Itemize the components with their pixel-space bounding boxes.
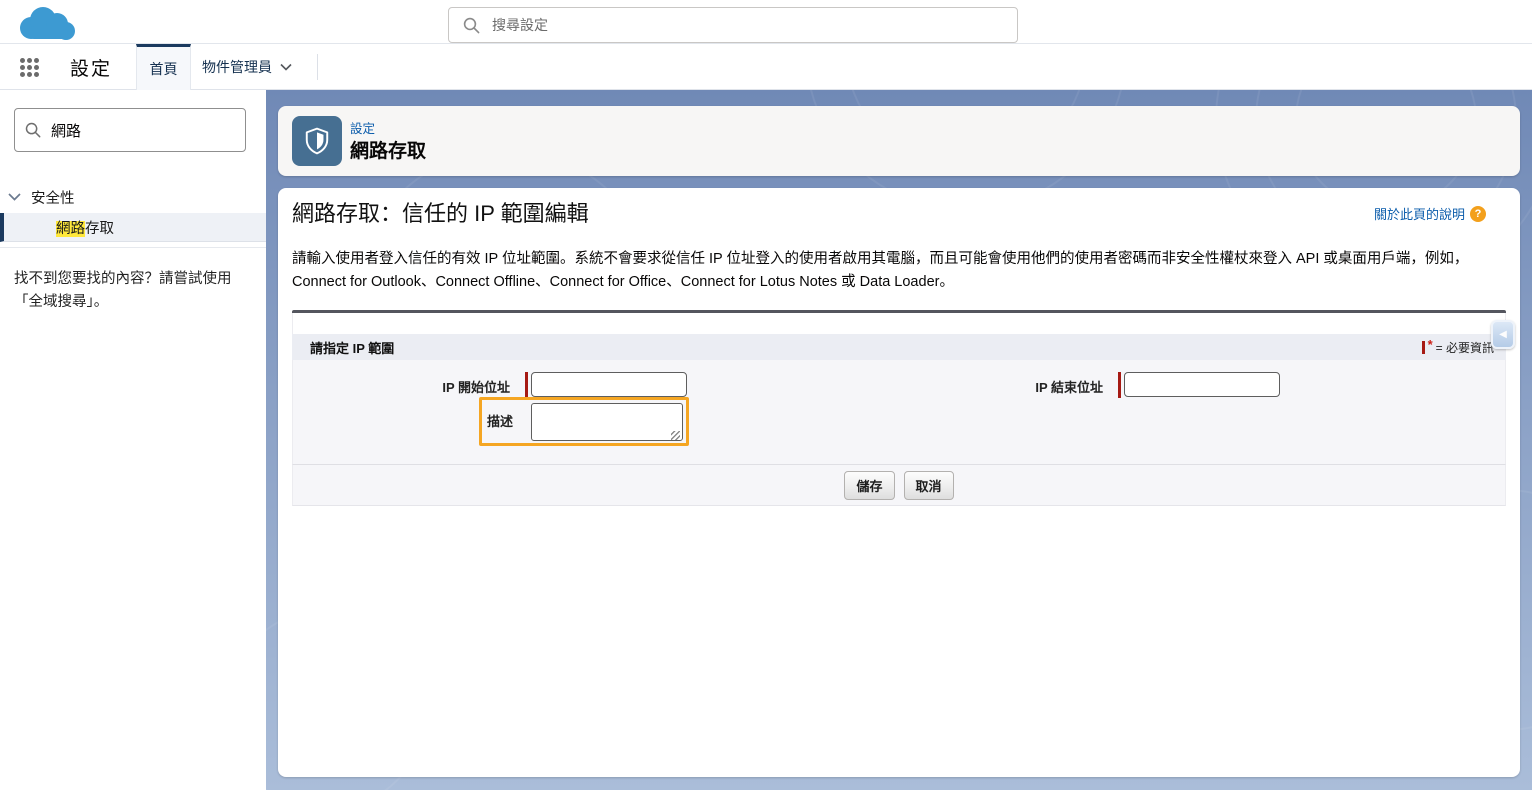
required-bar-icon bbox=[1422, 341, 1425, 354]
search-match-highlight: 網路 bbox=[56, 221, 85, 237]
collapse-panel-arrow[interactable]: ◀ bbox=[1491, 320, 1515, 349]
sidebar-group-security[interactable]: 安全性 bbox=[0, 184, 266, 210]
tab-home[interactable]: 首頁 bbox=[136, 44, 191, 90]
sidebar-divider bbox=[0, 247, 266, 248]
main-content-region: 設定 網路存取 網路存取：信任的 IP 範圍編輯 關於此頁的說明 ? 請輸入使用… bbox=[266, 90, 1532, 790]
salesforce-cloud-logo bbox=[14, 4, 80, 44]
ip-end-input[interactable] bbox=[1124, 372, 1280, 397]
page-description: 請輸入使用者登入信任的有效 IP 位址範圍。系統不會要求從信任 IP 位址登入的… bbox=[292, 248, 1496, 294]
description-label: 描述 bbox=[484, 411, 513, 430]
help-for-this-page: 關於此頁的說明 ? bbox=[1374, 204, 1486, 223]
description-textarea[interactable] bbox=[531, 403, 683, 441]
ip-end-label: IP 結束位址 bbox=[893, 377, 1103, 396]
sidebar-quick-find-input[interactable] bbox=[51, 122, 231, 139]
form-spacer bbox=[292, 313, 1506, 334]
tab-object-manager-label: 物件管理員 bbox=[202, 57, 272, 77]
main-card: 網路存取：信任的 IP 範圍編輯 關於此頁的說明 ? 請輸入使用者登入信任的有效… bbox=[278, 188, 1520, 777]
search-icon bbox=[25, 122, 41, 138]
ip-start-label: IP 開始位址 bbox=[307, 377, 510, 396]
sidebar-item-network-access[interactable]: 網路存取 bbox=[0, 213, 266, 242]
search-icon bbox=[463, 17, 480, 34]
ip-start-required-bar bbox=[525, 372, 528, 398]
ip-range-edit-form: 請指定 IP 範圍 * = 必要資訊 IP 開始位址 IP 結束位址 bbox=[292, 310, 1506, 506]
tab-object-manager[interactable]: 物件管理員 bbox=[191, 44, 303, 90]
global-search-input[interactable] bbox=[492, 17, 972, 33]
form-button-row: 儲存 取消 bbox=[292, 464, 1506, 506]
required-legend: * = 必要資訊 bbox=[1422, 339, 1494, 356]
form-section-header: 請指定 IP 範圍 * = 必要資訊 bbox=[292, 334, 1506, 360]
ip-end-required-bar bbox=[1118, 372, 1121, 398]
global-search bbox=[448, 7, 1018, 43]
setup-nav-bar: 設定 首頁 物件管理員 bbox=[0, 44, 1532, 90]
cancel-button[interactable]: 取消 bbox=[904, 471, 954, 500]
sidebar-item-label: 存取 bbox=[85, 221, 114, 237]
sidebar-quick-find bbox=[14, 108, 246, 152]
content-title: 網路存取：信任的 IP 範圍編輯 bbox=[292, 196, 589, 228]
app-name-label: 設定 bbox=[70, 44, 112, 90]
chevron-down-icon bbox=[8, 193, 21, 201]
ip-start-input[interactable] bbox=[531, 372, 687, 397]
global-header: ★ ▾ + ? ⚙ bbox=[0, 0, 1532, 44]
page-title: 網路存取 bbox=[350, 136, 426, 163]
setup-sidebar: 安全性 網路存取 找不到您要找的內容？請嘗試使用「全域搜尋」。 bbox=[0, 90, 266, 790]
sidebar-group-label: 安全性 bbox=[31, 187, 75, 208]
save-button[interactable]: 儲存 bbox=[844, 471, 894, 500]
salesforce-setup-screen: ★ ▾ + ? ⚙ bbox=[0, 0, 1532, 790]
help-badge-icon[interactable]: ? bbox=[1470, 206, 1486, 222]
page-header-card: 設定 網路存取 bbox=[278, 106, 1520, 176]
chevron-down-icon bbox=[280, 63, 292, 71]
form-body: IP 開始位址 IP 結束位址 描述 bbox=[292, 360, 1506, 464]
breadcrumb-setup-link[interactable]: 設定 bbox=[350, 118, 375, 137]
tab-divider bbox=[317, 54, 318, 80]
required-legend-text: = 必要資訊 bbox=[1436, 339, 1494, 356]
form-section-title: 請指定 IP 範圍 bbox=[310, 338, 394, 357]
sidebar-not-found-hint: 找不到您要找的內容？請嘗試使用「全域搜尋」。 bbox=[14, 268, 254, 314]
help-for-this-page-link[interactable]: 關於此頁的說明 bbox=[1374, 204, 1465, 223]
app-launcher-waffle-icon[interactable] bbox=[20, 58, 48, 77]
description-focus-ring: 描述 bbox=[479, 397, 689, 446]
security-shield-icon bbox=[292, 116, 342, 166]
required-asterisk-icon: * bbox=[1428, 340, 1433, 350]
